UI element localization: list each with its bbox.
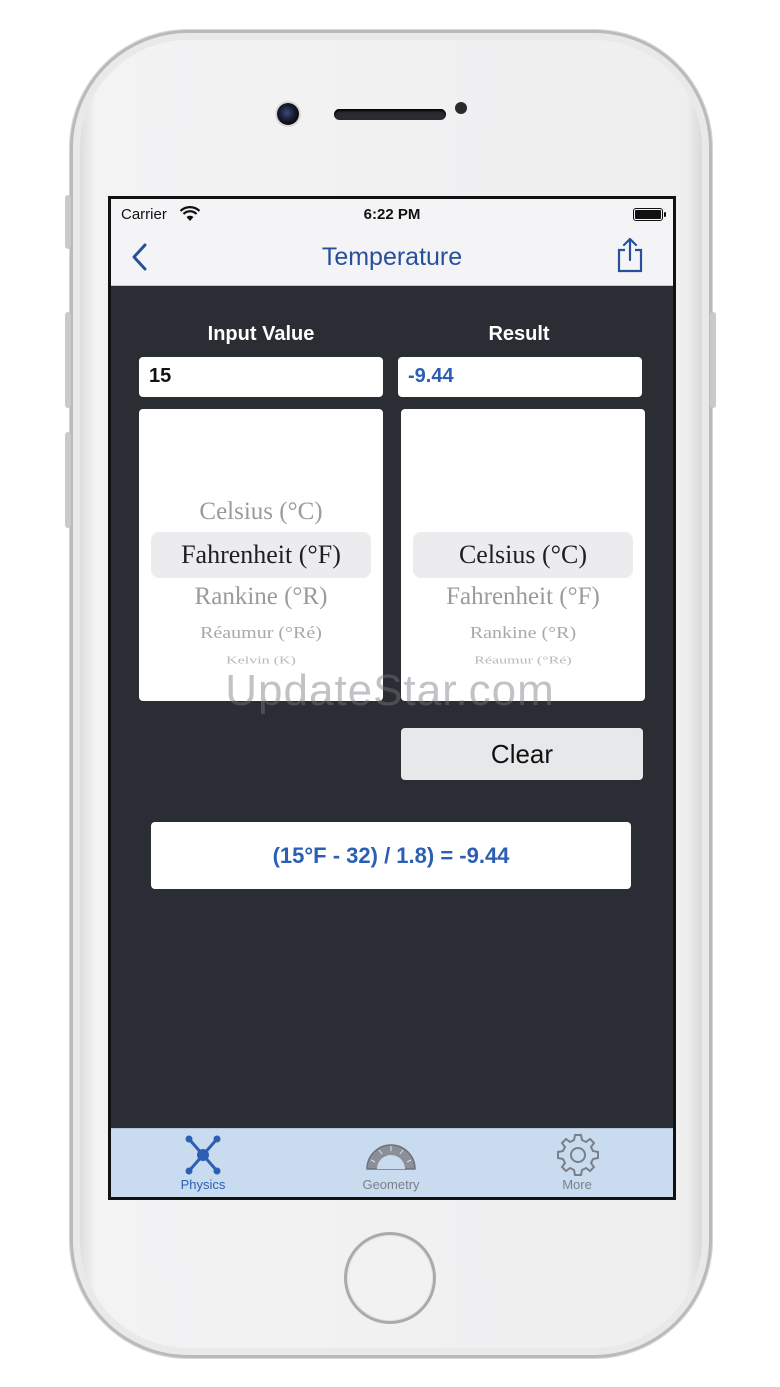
earpiece-speaker xyxy=(334,109,446,120)
mute-switch xyxy=(65,195,71,249)
proximity-sensor xyxy=(455,102,467,114)
formula-display: (15°F - 32) / 1.8) = -9.44 xyxy=(151,822,631,889)
picker-option[interactable]: Rankine (°R) xyxy=(139,583,383,611)
navigation-bar: Temperature xyxy=(111,231,673,286)
page-title: Temperature xyxy=(321,243,463,271)
front-camera xyxy=(277,103,299,125)
tab-label: Geometry xyxy=(362,1177,420,1192)
status-bar: Carrier 6:22 PM xyxy=(111,199,673,231)
home-button[interactable] xyxy=(347,1235,433,1321)
watermark-text: UpdateStar.com xyxy=(225,666,555,715)
picker-option-selected[interactable]: Fahrenheit (°F) xyxy=(139,540,383,570)
from-unit-picker[interactable]: Celsius (°C) Fahrenheit (°F) Rankine (°R… xyxy=(139,409,383,701)
result-field: -9.44 xyxy=(398,357,642,397)
tab-physics[interactable]: Physics xyxy=(143,1129,263,1197)
gear-icon xyxy=(557,1134,599,1176)
picker-option[interactable]: Rankine (°R) xyxy=(401,624,645,644)
tab-label: Physics xyxy=(180,1177,226,1192)
share-button[interactable] xyxy=(615,236,645,274)
picker-option-selected[interactable]: Celsius (°C) xyxy=(401,540,645,570)
protractor-icon xyxy=(366,1144,416,1170)
picker-option[interactable]: Celsius (°C) xyxy=(139,498,383,526)
input-value-label: Input Value xyxy=(207,323,315,345)
result-label: Result xyxy=(488,323,550,345)
clear-button[interactable]: Clear xyxy=(401,728,643,780)
picker-option[interactable]: Réaumur (°Ré) xyxy=(139,624,383,644)
volume-up-button xyxy=(65,312,71,408)
battery-icon xyxy=(633,208,666,221)
input-value-field[interactable]: 15 xyxy=(139,357,383,397)
tab-bar: Physics Geometry More xyxy=(111,1128,673,1197)
picker-option[interactable]: Fahrenheit (°F) xyxy=(401,583,645,611)
status-time: 6:22 PM xyxy=(363,206,421,223)
tab-more[interactable]: More xyxy=(517,1129,637,1197)
tab-geometry[interactable]: Geometry xyxy=(331,1129,451,1197)
tab-label: More xyxy=(562,1177,592,1192)
to-unit-picker[interactable]: Celsius (°C) Fahrenheit (°F) Rankine (°R… xyxy=(401,409,645,701)
power-button xyxy=(710,312,716,408)
volume-down-button xyxy=(65,432,71,528)
molecule-icon xyxy=(185,1135,221,1175)
share-icon xyxy=(617,237,643,273)
